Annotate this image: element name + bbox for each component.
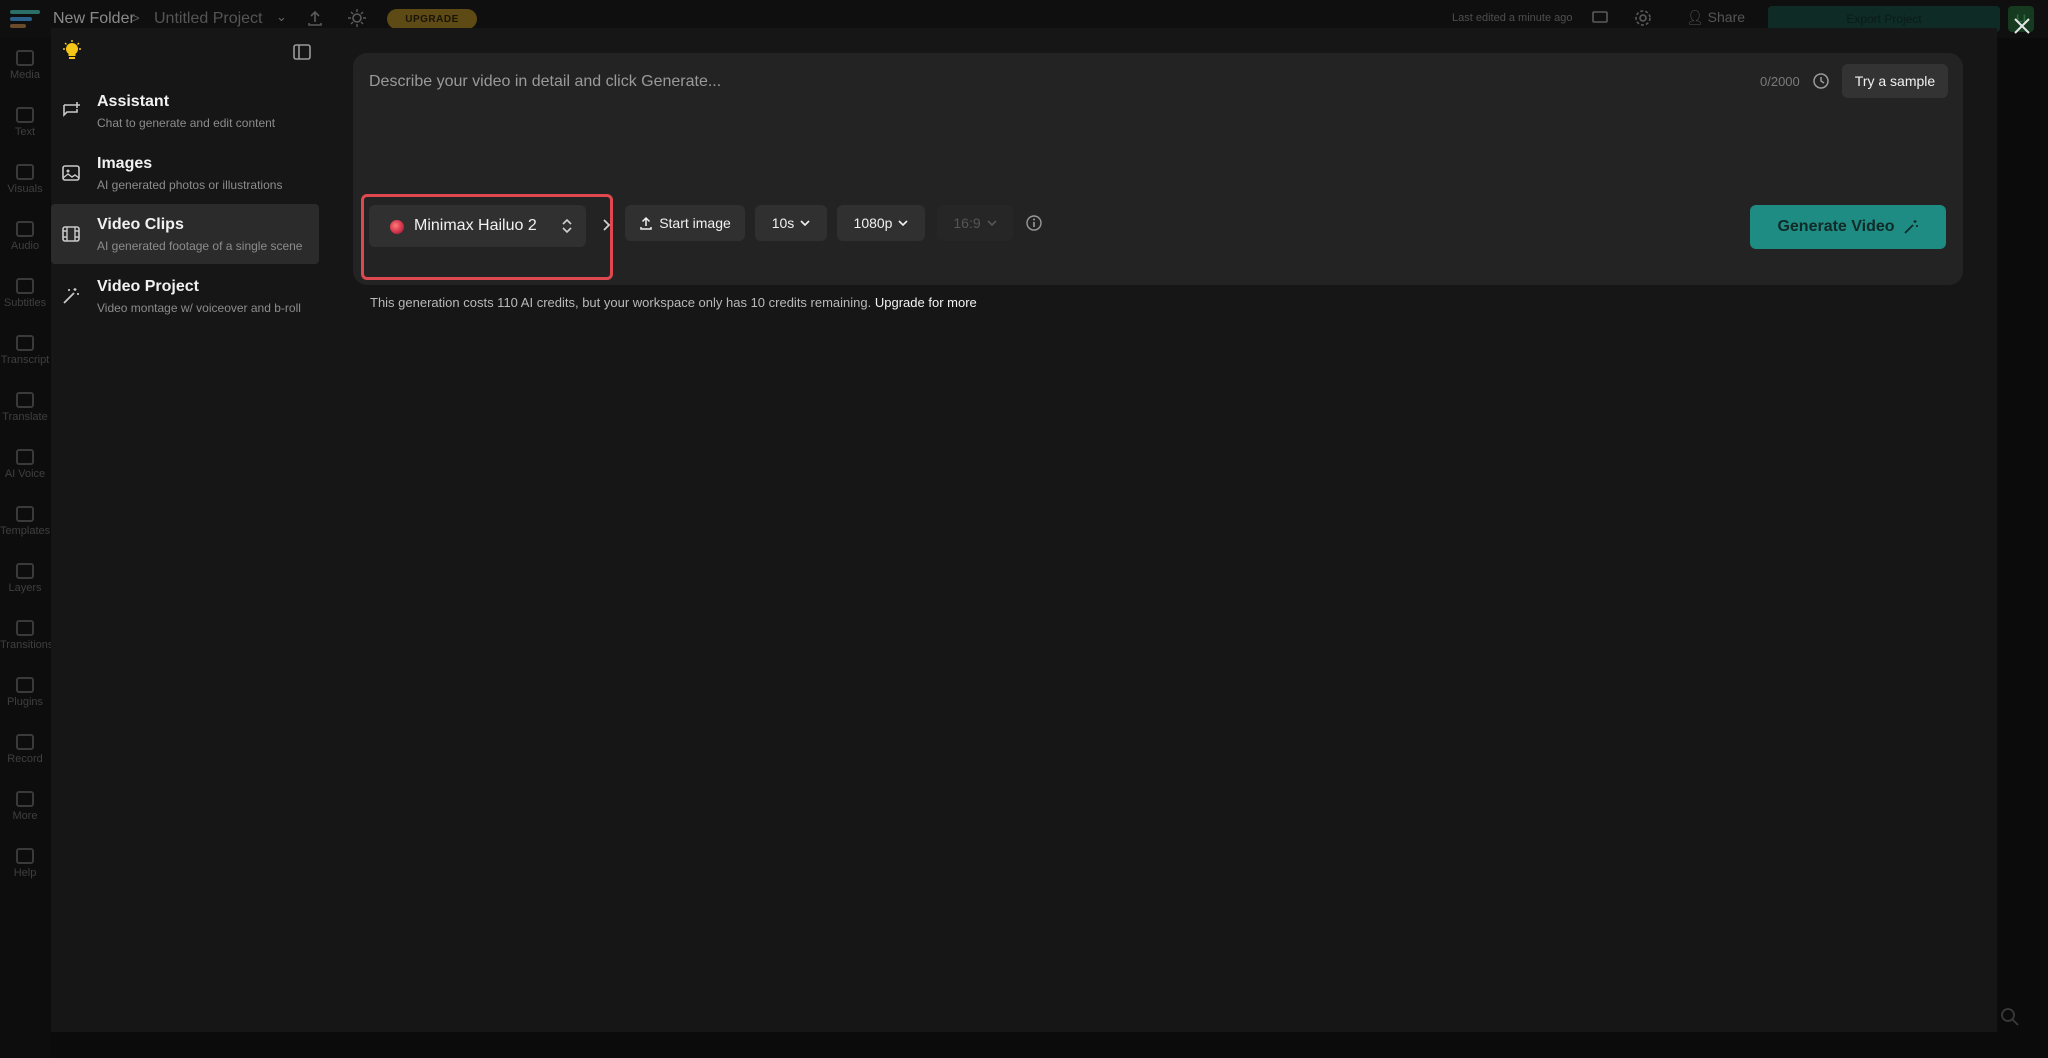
chat-plus-icon: [63, 102, 80, 117]
share-label: Share: [1707, 9, 1746, 25]
start-image-label: Start image: [659, 215, 731, 231]
history-icon[interactable]: [1812, 72, 1830, 90]
sidebar-item-video-project[interactable]: Video Project Video montage w/ voiceover…: [51, 266, 319, 326]
rail-item-plugins[interactable]: Plugins: [0, 677, 50, 708]
sidebar-item-title: Video Project: [97, 278, 199, 295]
prompt-box: Describe your video in detail and click …: [353, 53, 1963, 285]
upload-icon[interactable]: [305, 8, 325, 28]
rail-item-visuals[interactable]: Visuals: [0, 164, 50, 195]
rail-item-subtitles[interactable]: Subtitles: [0, 278, 50, 309]
sidebar-item-subtitle: AI generated footage of a single scene: [97, 239, 303, 253]
info-icon[interactable]: [1025, 214, 1043, 232]
user-plus-icon: 👤︎: [1686, 9, 1708, 25]
generate-video-label: Generate Video: [1777, 218, 1895, 235]
rail-item-more[interactable]: More: [0, 791, 50, 822]
video-generator-panel: Describe your video in detail and click …: [329, 28, 1997, 1032]
generate-video-button[interactable]: Generate Video: [1750, 205, 1946, 249]
chevron-down-icon: [800, 220, 810, 227]
model-selector-highlight: [361, 194, 613, 280]
sidebar-item-subtitle: Video montage w/ voiceover and b-roll: [97, 301, 301, 315]
breadcrumb-folder[interactable]: New Folder: [53, 10, 135, 28]
share-button[interactable]: 👤︎ Share: [1686, 9, 1745, 26]
lightbulb-icon: [63, 40, 81, 59]
sidebar-item-title: Assistant: [97, 93, 170, 110]
search-icon[interactable]: [2000, 1007, 2020, 1027]
rail-item-media[interactable]: Media: [0, 50, 50, 81]
sidebar-item-subtitle: AI generated photos or illustrations: [97, 178, 283, 192]
rail-item-text[interactable]: Text: [0, 107, 50, 138]
rail-item-audio[interactable]: Audio: [0, 221, 50, 252]
sidebar-item-video-clips[interactable]: Video Clips AI generated footage of a si…: [51, 204, 319, 264]
prompt-input[interactable]: Describe your video in detail and click …: [369, 73, 721, 91]
sidebar-item-subtitle: Chat to generate and edit content: [97, 116, 276, 130]
start-image-button[interactable]: Start image: [625, 205, 745, 241]
comment-icon[interactable]: [1590, 8, 1610, 28]
char-count: 0/2000: [1760, 74, 1800, 89]
magic-wand-icon: [1903, 220, 1918, 234]
rail-item-record[interactable]: Record: [0, 734, 50, 765]
gear-icon[interactable]: [1633, 8, 1653, 28]
sidebar-item-title: Images: [97, 155, 153, 172]
sidebar-item-assistant[interactable]: Assistant Chat to generate and edit cont…: [51, 81, 319, 141]
credits-warning: This generation costs 110 AI credits, bu…: [370, 295, 977, 310]
rail-item-help[interactable]: Help: [0, 848, 50, 879]
sidebar-item-title: Video Clips: [97, 216, 184, 233]
editor-left-rail: Media Text Visuals Audio Subtitles Trans…: [0, 38, 53, 1058]
upgrade-badge[interactable]: UPGRADE: [387, 9, 477, 29]
close-icon[interactable]: [2011, 15, 2033, 37]
upload-icon: [640, 216, 652, 230]
rail-item-transitions[interactable]: Transitions: [0, 620, 53, 651]
upgrade-link[interactable]: Upgrade for more: [875, 295, 977, 310]
rail-item-layers[interactable]: Layers: [0, 563, 50, 594]
duration-value: 10s: [771, 215, 795, 231]
resolution-select[interactable]: 1080p: [837, 205, 925, 241]
rail-item-ai-voice[interactable]: AI Voice: [0, 449, 50, 480]
aspect-ratio-value: 16:9: [953, 215, 981, 231]
duration-select[interactable]: 10s: [755, 205, 827, 241]
resolution-value: 1080p: [853, 215, 893, 231]
breadcrumb-project[interactable]: Untitled Project: [154, 10, 263, 28]
chevron-down-icon: [987, 220, 997, 227]
breadcrumb-separator: >: [131, 10, 140, 27]
film-icon: [62, 226, 80, 242]
aspect-ratio-select: 16:9: [937, 205, 1013, 241]
sidebar-item-images[interactable]: Images AI generated photos or illustrati…: [51, 143, 319, 203]
sidebar-collapse-icon[interactable]: [293, 44, 311, 60]
last-edited-text: Last edited a minute ago: [1452, 12, 1573, 24]
chevron-right-icon: [603, 219, 611, 231]
chevron-down-icon[interactable]: ⌄: [276, 9, 287, 25]
app-logo-icon[interactable]: [10, 8, 42, 30]
sun-icon[interactable]: [347, 8, 367, 28]
rail-item-transcript[interactable]: Transcript: [0, 335, 50, 366]
try-sample-button[interactable]: Try a sample: [1842, 64, 1948, 98]
chevron-down-icon: [898, 220, 909, 227]
rail-item-translate[interactable]: Translate: [0, 392, 50, 423]
credits-message: This generation costs 110 AI credits, bu…: [370, 295, 872, 310]
rail-item-templates[interactable]: Templates: [0, 506, 50, 537]
magic-tools-sidebar: Assistant Chat to generate and edit cont…: [51, 28, 329, 1032]
image-icon: [62, 165, 80, 181]
magic-wand-icon: [63, 288, 79, 304]
